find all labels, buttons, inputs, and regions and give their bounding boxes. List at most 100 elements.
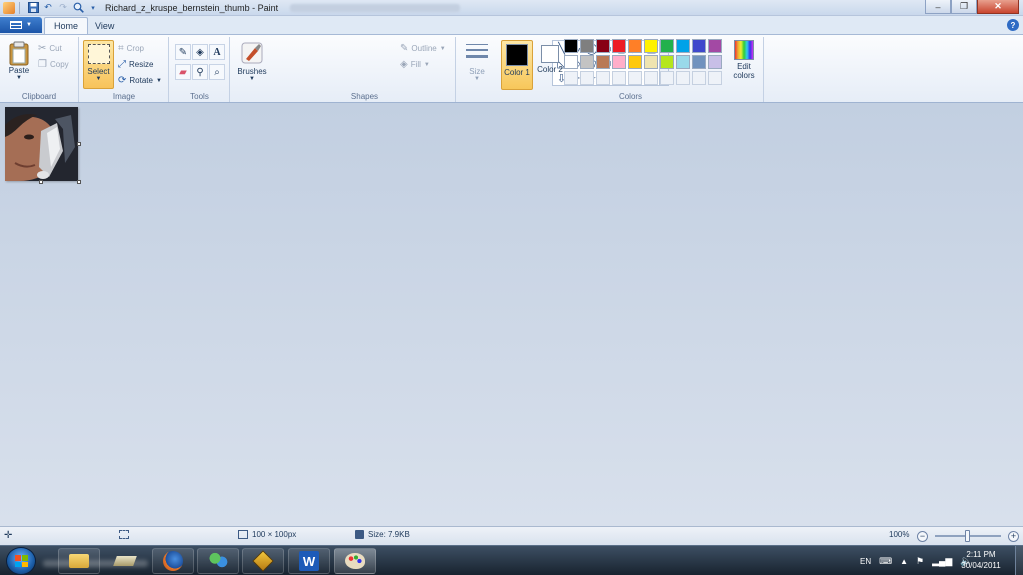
customize-quick-access-icon[interactable]: ▾ — [87, 2, 99, 14]
palette-swatch[interactable] — [644, 39, 658, 53]
palette-swatch[interactable] — [708, 55, 722, 69]
palette-swatch[interactable] — [708, 39, 722, 53]
palette-swatch[interactable] — [596, 55, 610, 69]
palette-swatch[interactable] — [676, 39, 690, 53]
color2-label: Color 2 — [537, 65, 563, 74]
color2-button[interactable]: Color 2 — [534, 40, 566, 90]
paint-app-icon[interactable] — [3, 1, 15, 14]
paste-label: Paste — [8, 66, 30, 75]
start-button[interactable] — [6, 547, 36, 575]
size-button[interactable]: Size ▼ — [461, 41, 493, 82]
palette-swatch[interactable] — [612, 39, 626, 53]
maximize-button[interactable]: ❐ — [951, 0, 977, 14]
ribbon: Paste ▼ ✂ Cut ❐ Copy Clipboard Select ▼ … — [0, 34, 1023, 103]
palette-empty-slot[interactable] — [708, 71, 722, 85]
language-indicator[interactable]: EN — [860, 557, 871, 566]
zoom-slider-thumb[interactable] — [965, 530, 970, 542]
redo-icon[interactable]: ↷ — [57, 2, 69, 14]
text-tool-icon[interactable]: A — [209, 44, 225, 60]
copy-button[interactable]: ❐ Copy — [38, 59, 69, 70]
taskbar-firefox-button[interactable] — [152, 548, 194, 574]
resize-button[interactable]: ⤢ Resize — [118, 59, 153, 70]
palette-swatch[interactable] — [628, 39, 642, 53]
brush-icon — [241, 42, 263, 64]
blurred-title-region — [290, 3, 461, 12]
action-center-flag-icon[interactable]: ⚑ — [916, 556, 924, 567]
taskbar-app-button[interactable] — [104, 548, 146, 574]
color-picker-icon[interactable]: ⚲ — [192, 64, 208, 80]
palette-empty-slot[interactable] — [596, 71, 610, 85]
zoom-level-text: 100% — [889, 530, 910, 539]
palette-swatch[interactable] — [660, 39, 674, 53]
palette-empty-slot[interactable] — [644, 71, 658, 85]
undo-icon[interactable]: ↶ — [42, 2, 54, 14]
save-icon[interactable] — [27, 2, 39, 14]
selection-icon — [119, 530, 129, 539]
resize-handle-corner[interactable] — [77, 180, 81, 184]
color1-button[interactable]: Color 1 — [501, 40, 533, 90]
show-desktop-button[interactable] — [1015, 546, 1023, 575]
tools-group-label: Tools — [190, 92, 209, 101]
paint-menu-button[interactable]: ▼ — [0, 17, 42, 33]
palette-swatch[interactable] — [628, 55, 642, 69]
taskbar-winamp-button[interactable] — [242, 548, 284, 574]
image-dimensions: 100 × 100px — [238, 530, 296, 539]
palette-empty-slot[interactable] — [612, 71, 626, 85]
palette-swatch[interactable] — [564, 39, 578, 53]
image-canvas[interactable] — [5, 107, 78, 181]
palette-empty-slot[interactable] — [676, 71, 690, 85]
select-button[interactable]: Select ▼ — [83, 40, 114, 89]
brushes-button[interactable]: Brushes ▼ — [235, 41, 269, 82]
close-button[interactable]: ✕ — [977, 0, 1019, 14]
palette-empty-slot[interactable] — [564, 71, 578, 85]
palette-empty-slot[interactable] — [692, 71, 706, 85]
edit-colors-button[interactable]: Edit colors — [729, 40, 759, 90]
window-title: Richard_z_kruspe_bernstein_thumb - Paint — [105, 2, 279, 13]
tray-keyboard-icon[interactable]: ⌨ — [879, 556, 892, 567]
resize-handle-bottom[interactable] — [39, 180, 43, 184]
cut-button[interactable]: ✂ Cut — [38, 43, 62, 54]
paste-icon — [9, 41, 29, 66]
palette-swatch[interactable] — [660, 55, 674, 69]
rotate-dropdown-icon: ▼ — [155, 77, 162, 84]
pencil-icon[interactable]: ✎ — [175, 44, 191, 60]
palette-swatch[interactable] — [644, 55, 658, 69]
palette-empty-slot[interactable] — [580, 71, 594, 85]
palette-swatch[interactable] — [676, 55, 690, 69]
palette-swatch[interactable] — [596, 39, 610, 53]
eraser-icon[interactable]: ▰ — [175, 64, 191, 80]
palette-swatch[interactable] — [564, 55, 578, 69]
palette-swatch[interactable] — [580, 39, 594, 53]
palette-swatch[interactable] — [692, 39, 706, 53]
crop-button[interactable]: ⌗ Crop — [118, 43, 144, 54]
zoom-in-button[interactable]: + — [1008, 531, 1019, 542]
taskbar-paint-button[interactable] — [334, 548, 376, 574]
zoom-out-button[interactable]: − — [917, 531, 928, 542]
tab-home[interactable]: Home — [44, 17, 89, 34]
palette-empty-slot[interactable] — [628, 71, 642, 85]
fill-bucket-icon[interactable]: ◈ — [192, 44, 208, 60]
palette-swatch[interactable] — [612, 55, 626, 69]
tab-view[interactable]: View — [86, 17, 123, 34]
cut-label: Cut — [49, 44, 62, 53]
magnifier-icon[interactable]: ⌕ — [209, 64, 225, 80]
help-icon[interactable]: ? — [1007, 19, 1019, 31]
palette-swatch[interactable] — [692, 55, 706, 69]
taskbar: W EN ⌨ ▲ ⚑ ▂▄▆ 🔈 2:11 PM 30/04/2011 — [0, 545, 1023, 575]
canvas-area[interactable] — [0, 103, 1023, 526]
fill-button[interactable]: ◈ Fill ▼ — [400, 59, 430, 70]
minimize-button[interactable]: – — [925, 0, 951, 14]
resize-handle-right[interactable] — [77, 142, 81, 146]
select-dropdown-icon: ▼ — [95, 76, 102, 82]
rotate-button[interactable]: ⟳ Rotate ▼ — [118, 75, 162, 86]
palette-empty-slot[interactable] — [660, 71, 674, 85]
taskbar-explorer-button[interactable] — [58, 548, 100, 574]
palette-swatch[interactable] — [580, 55, 594, 69]
show-hidden-icons-icon[interactable]: ▲ — [900, 557, 908, 566]
outline-button[interactable]: ✎ Outline ▼ — [400, 43, 446, 54]
zoom-icon[interactable] — [72, 2, 84, 14]
paste-button[interactable]: Paste ▼ — [5, 40, 33, 81]
taskbar-word-button[interactable]: W — [288, 548, 330, 574]
taskbar-clock[interactable]: 2:11 PM 30/04/2011 — [950, 549, 1012, 571]
taskbar-messenger-button[interactable] — [197, 548, 239, 574]
